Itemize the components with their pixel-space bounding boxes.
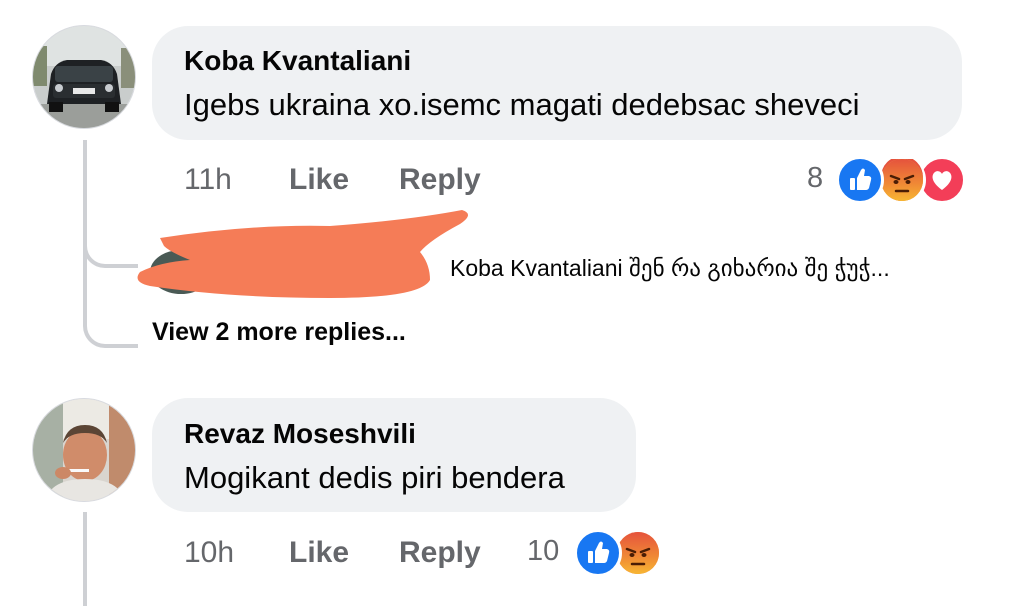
comment-timestamp[interactable]: 10h [184,536,234,570]
reply-button[interactable]: Reply [399,536,481,570]
comment-timestamp[interactable]: 11h [184,163,232,197]
like-icon [574,529,622,577]
like-button[interactable]: Like [289,163,349,197]
thread-line [83,512,87,606]
redaction-scribble [137,210,469,298]
avatar[interactable] [32,25,136,129]
reaction-count[interactable]: 8 [807,162,823,195]
angry-icon [878,156,926,204]
comment-author[interactable]: Revaz Moseshvili [184,418,416,450]
view-more-replies-link[interactable]: View 2 more replies... [152,318,406,347]
like-button[interactable]: Like [289,536,349,570]
reply-button[interactable]: Reply [399,163,481,197]
reaction-count[interactable]: 10 [527,535,559,568]
comment-text: Mogikant dedis piri bendera [184,460,565,495]
comment-text: Igebs ukraina xo.isemc magati dedebsac s… [184,87,860,122]
reply-preview-text[interactable]: Koba Kvantaliani შენ რა გიხარია შე ჭუჭ..… [450,255,890,282]
like-icon [836,156,884,204]
comment-author[interactable]: Koba Kvantaliani [184,45,411,77]
avatar[interactable] [32,398,136,502]
